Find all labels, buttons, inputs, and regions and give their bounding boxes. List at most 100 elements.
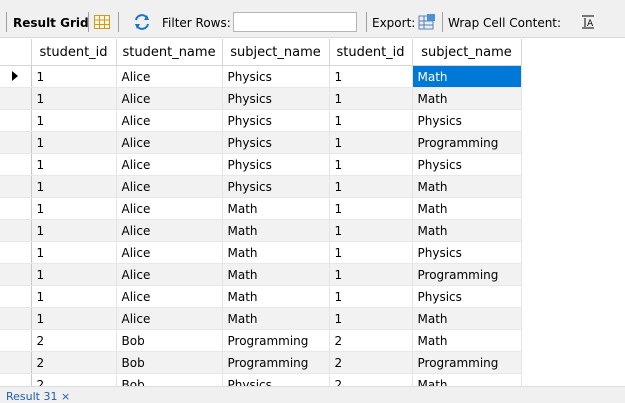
row-header[interactable] xyxy=(0,131,32,154)
table-cell[interactable]: 1 xyxy=(31,175,117,198)
row-header[interactable] xyxy=(0,65,32,88)
table-row[interactable]: 1 Alice Physics 1 Physics xyxy=(0,109,522,132)
table-cell[interactable]: 1 xyxy=(329,131,413,154)
table-cell[interactable]: 1 xyxy=(31,87,117,110)
table-cell[interactable]: 1 xyxy=(329,87,413,110)
table-row[interactable]: 1 Alice Math 1 Programming xyxy=(0,263,522,286)
table-cell[interactable]: Alice xyxy=(116,109,223,132)
table-cell[interactable]: Alice xyxy=(116,197,223,220)
table-cell[interactable]: Alice xyxy=(116,65,223,88)
table-row[interactable]: 1 Alice Math 1 Physics xyxy=(0,241,522,264)
table-cell[interactable]: Math xyxy=(222,263,330,286)
table-cell[interactable]: 1 xyxy=(31,197,117,220)
table-cell[interactable]: Physics xyxy=(412,109,522,132)
table-row[interactable]: 1 Alice Math 1 Math xyxy=(0,197,522,220)
table-cell[interactable]: Programming xyxy=(412,131,522,154)
table-cell[interactable]: Physics xyxy=(412,241,522,264)
table-cell[interactable]: Programming xyxy=(412,263,522,286)
column-header[interactable]: student_id xyxy=(329,39,413,66)
row-header[interactable] xyxy=(0,307,32,330)
table-cell[interactable]: Physics xyxy=(412,285,522,308)
refresh-filter-icon[interactable] xyxy=(133,14,151,33)
table-cell[interactable]: 1 xyxy=(31,241,117,264)
table-cell[interactable]: Bob xyxy=(116,329,223,352)
table-cell[interactable]: Math xyxy=(222,197,330,220)
table-cell[interactable]: Bob xyxy=(116,351,223,374)
table-cell[interactable]: Math xyxy=(222,241,330,264)
row-header[interactable] xyxy=(0,197,32,220)
table-row[interactable]: 1 Alice Physics 1 Math xyxy=(0,87,522,110)
row-header[interactable] xyxy=(0,263,32,286)
table-cell[interactable]: Physics xyxy=(222,131,330,154)
table-row[interactable]: 1 Alice Math 1 Math xyxy=(0,307,522,330)
table-cell[interactable]: 1 xyxy=(329,285,413,308)
table-cell[interactable]: Programming xyxy=(222,351,330,374)
table-row[interactable]: 1 Alice Physics 1 Programming xyxy=(0,131,522,154)
table-cell[interactable]: 1 xyxy=(329,153,413,176)
column-header[interactable]: subject_name xyxy=(222,39,330,66)
table-cell[interactable]: Math xyxy=(412,175,522,198)
table-row[interactable]: 1 Alice Physics 1 Math xyxy=(0,65,522,88)
table-cell[interactable]: 1 xyxy=(31,285,117,308)
table-cell[interactable]: 1 xyxy=(329,219,413,242)
table-cell[interactable]: 1 xyxy=(329,197,413,220)
row-header[interactable] xyxy=(0,285,32,308)
table-row[interactable]: 1 Alice Math 1 Math xyxy=(0,219,522,242)
row-header[interactable] xyxy=(0,219,32,242)
table-cell[interactable]: Alice xyxy=(116,285,223,308)
table-cell[interactable]: Alice xyxy=(116,153,223,176)
table-cell[interactable]: 2 xyxy=(329,329,413,352)
table-cell[interactable]: Math xyxy=(412,197,522,220)
table-cell[interactable]: Alice xyxy=(116,131,223,154)
row-header[interactable] xyxy=(0,153,32,176)
table-cell[interactable]: Alice xyxy=(116,175,223,198)
table-cell[interactable]: Math xyxy=(222,219,330,242)
table-cell[interactable]: 1 xyxy=(31,263,117,286)
table-cell[interactable]: 1 xyxy=(329,65,413,88)
table-cell[interactable]: 1 xyxy=(329,263,413,286)
table-cell[interactable]: Physics xyxy=(222,109,330,132)
table-cell[interactable]: Alice xyxy=(116,219,223,242)
table-cell[interactable]: 2 xyxy=(31,329,117,352)
table-row[interactable]: 2 Bob Programming 2 Math xyxy=(0,329,522,352)
table-cell[interactable]: 1 xyxy=(329,241,413,264)
table-cell[interactable]: 1 xyxy=(329,307,413,330)
table-cell[interactable]: 1 xyxy=(329,175,413,198)
table-cell[interactable]: Physics xyxy=(222,65,330,88)
row-header[interactable] xyxy=(0,351,32,374)
table-cell[interactable]: 1 xyxy=(31,219,117,242)
column-header[interactable]: student_id xyxy=(31,39,117,66)
table-cell[interactable]: Programming xyxy=(222,329,330,352)
table-cell[interactable]: 1 xyxy=(329,109,413,132)
column-header[interactable]: subject_name xyxy=(412,39,522,66)
export-icon[interactable] xyxy=(418,13,436,34)
table-cell[interactable]: Alice xyxy=(116,87,223,110)
table-cell[interactable]: Math xyxy=(412,87,522,110)
table-cell[interactable]: Math xyxy=(412,65,522,88)
table-row[interactable]: 1 Alice Math 1 Physics xyxy=(0,285,522,308)
table-cell[interactable]: Math xyxy=(222,285,330,308)
table-cell[interactable]: Physics xyxy=(222,87,330,110)
table-cell[interactable]: 1 xyxy=(31,65,117,88)
table-cell[interactable]: 1 xyxy=(31,153,117,176)
row-header[interactable] xyxy=(0,329,32,352)
table-cell[interactable]: Physics xyxy=(222,153,330,176)
row-header[interactable] xyxy=(0,109,32,132)
column-header[interactable]: student_name xyxy=(116,39,223,66)
table-cell[interactable]: 1 xyxy=(31,307,117,330)
wrap-text-icon[interactable]: A xyxy=(582,15,594,32)
table-cell[interactable]: Alice xyxy=(116,307,223,330)
row-header[interactable] xyxy=(0,175,32,198)
result-grid-label[interactable]: Result Grid xyxy=(13,16,89,30)
table-cell[interactable]: 2 xyxy=(31,351,117,374)
row-header[interactable] xyxy=(0,241,32,264)
grid-view-icon[interactable] xyxy=(94,15,110,32)
table-row[interactable]: 2 Bob Programming 2 Programming xyxy=(0,351,522,374)
table-cell[interactable]: 1 xyxy=(31,109,117,132)
table-cell[interactable]: 1 xyxy=(31,131,117,154)
table-cell[interactable]: Alice xyxy=(116,241,223,264)
table-cell[interactable]: 2 xyxy=(329,351,413,374)
table-row[interactable]: 1 Alice Physics 1 Math xyxy=(0,175,522,198)
row-header[interactable] xyxy=(0,87,32,110)
table-cell[interactable]: Math xyxy=(412,329,522,352)
